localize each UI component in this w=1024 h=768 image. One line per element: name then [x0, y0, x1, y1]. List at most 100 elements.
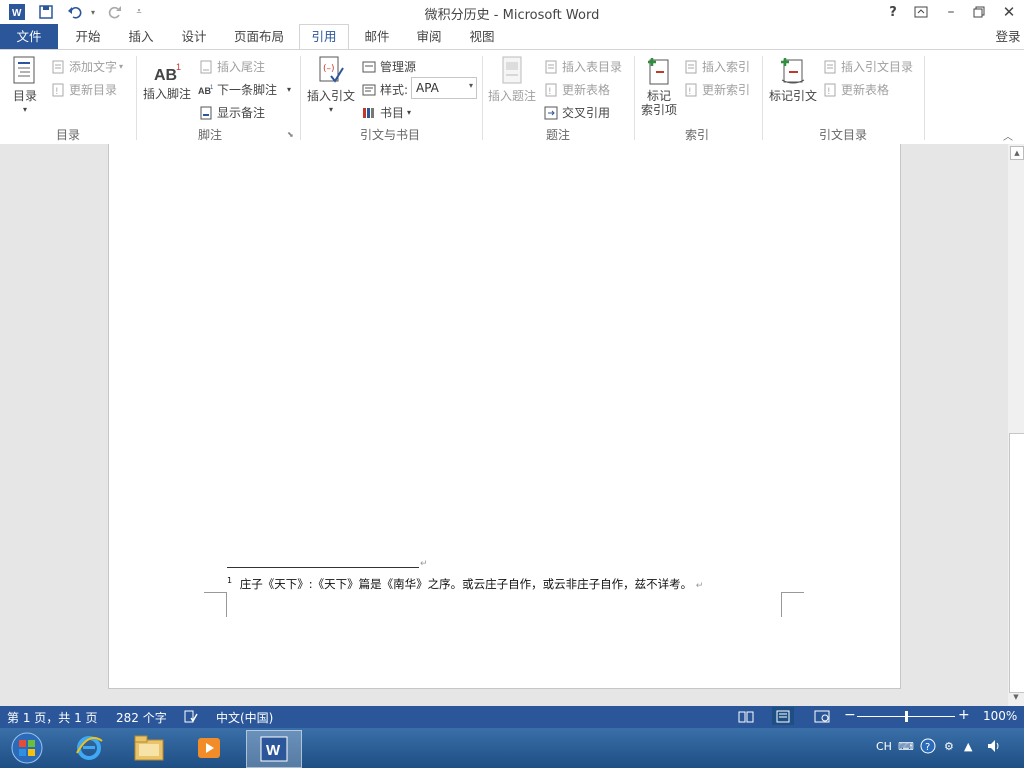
group-divider: [136, 56, 137, 140]
help-tray-icon[interactable]: ?: [920, 738, 936, 757]
insert-caption-button[interactable]: 插入题注: [486, 56, 538, 103]
update-table-button[interactable]: ! 更新表格: [543, 81, 610, 98]
insert-footnote-button[interactable]: AB 1 插入脚注: [142, 60, 192, 101]
show-hidden-icons[interactable]: ▲: [964, 740, 972, 753]
close-icon[interactable]: ✕: [998, 2, 1020, 22]
update-toa-icon: !: [822, 83, 838, 97]
ime-options-icon[interactable]: ⚙: [944, 740, 954, 753]
collapse-ribbon-icon[interactable]: ︿: [1003, 128, 1013, 143]
scroll-up-icon[interactable]: ▲: [1010, 146, 1024, 160]
vertical-scrollbar[interactable]: ▲ ▼: [1008, 144, 1024, 706]
page-count[interactable]: 第 1 页，共 1 页: [7, 709, 98, 726]
svg-text:!: !: [55, 87, 59, 97]
document-area[interactable]: ↵ 1 庄子《天下》:《天下》篇是《南华》之序。或云庄子自作，或云非庄子自作，兹…: [0, 144, 1008, 706]
language-indicator[interactable]: 中文(中国): [216, 709, 273, 726]
insert-caption-icon: [486, 56, 538, 89]
style-value: APA: [416, 81, 439, 95]
tab-view[interactable]: 视图: [460, 24, 504, 49]
group-divider: [762, 56, 763, 140]
mark-citation-label: 标记引文: [768, 89, 817, 103]
paragraph-mark: ↵: [695, 581, 704, 591]
document-page[interactable]: ↵ 1 庄子《天下》:《天下》篇是《南华》之序。或云庄子自作，或云非庄子自作，兹…: [108, 144, 901, 689]
update-toa-button[interactable]: ! 更新表格: [822, 81, 889, 98]
mark-citation-button[interactable]: 标记引文: [766, 56, 820, 103]
show-notes-button[interactable]: 显示备注: [198, 104, 265, 121]
help-button[interactable]: ?: [882, 2, 904, 22]
add-text-button[interactable]: 添加文字 ▾: [50, 58, 123, 75]
next-footnote-button[interactable]: AB 1 下一条脚注 ▾: [198, 81, 291, 98]
update-toc-button[interactable]: ! 更新目录: [50, 81, 117, 98]
footnote-text: 庄子《天下》:《天下》篇是《南华》之序。或云庄子自作，或云非庄子自作，兹不详考。: [239, 577, 693, 591]
bibliography-button[interactable]: 书目 ▾: [361, 104, 411, 121]
insert-footnote-label: 插入脚注: [142, 87, 191, 101]
update-index-button[interactable]: ! 更新索引: [683, 81, 750, 98]
group-divider: [634, 56, 635, 140]
proofing-icon[interactable]: [184, 710, 198, 726]
toa-group-label: 引文目录: [818, 128, 867, 142]
login-link[interactable]: 登录: [992, 24, 1024, 49]
update-toa-label: 更新表格: [841, 83, 890, 97]
cross-reference-button[interactable]: 交叉引用: [543, 104, 610, 121]
zoom-in-button[interactable]: +: [958, 707, 970, 723]
tab-mailings[interactable]: 邮件: [356, 24, 398, 49]
insert-toa-button[interactable]: 插入引文目录: [822, 58, 913, 75]
cross-reference-icon: [543, 106, 559, 120]
insert-table-of-figures-label: 插入表目录: [562, 60, 623, 74]
scroll-down-icon[interactable]: ▼: [1010, 691, 1022, 703]
minimize-icon[interactable]: –: [940, 2, 962, 22]
footnotes-group-label: 脚注: [197, 128, 222, 142]
media-player-icon[interactable]: [182, 730, 236, 766]
insert-index-button[interactable]: 插入索引: [683, 58, 750, 75]
footnote-dialog-launcher-icon[interactable]: ⬊: [287, 130, 294, 139]
mark-entry-button[interactable]: 标记 索引项: [638, 56, 680, 117]
insert-citation-dropdown-icon: ▾: [328, 105, 333, 114]
internet-explorer-icon[interactable]: [62, 730, 116, 766]
mark-entry-icon: [638, 56, 680, 89]
footnote-number: 1: [227, 576, 233, 586]
update-toc-icon: !: [50, 83, 66, 97]
insert-citation-button[interactable]: (–) 插入引文 ▾: [306, 56, 356, 117]
manage-sources-button[interactable]: 管理源: [361, 58, 416, 75]
read-mode-icon[interactable]: [738, 710, 754, 726]
group-divider: [300, 56, 301, 140]
title-bar: W ▾ ⩡ 微积分历史 - Microsoft Word ? – ✕: [0, 0, 1024, 24]
manage-sources-label: 管理源: [380, 60, 417, 74]
tab-page-layout[interactable]: 页面布局: [228, 24, 290, 49]
keyboard-icon[interactable]: ⌨: [898, 740, 914, 753]
tab-references[interactable]: 引用: [299, 24, 349, 50]
bibliography-label: 书目: [380, 106, 405, 120]
insert-endnote-button[interactable]: 插入尾注: [198, 58, 265, 75]
group-divider: [482, 56, 483, 140]
print-layout-icon[interactable]: [772, 707, 794, 725]
citations-group-label: 引文与书目: [359, 128, 420, 142]
tab-review[interactable]: 审阅: [408, 24, 450, 49]
word-count[interactable]: 282 个字: [116, 709, 167, 726]
volume-icon[interactable]: [986, 738, 1002, 757]
insert-index-icon: [683, 60, 699, 74]
tab-home[interactable]: 开始: [66, 24, 110, 49]
zoom-out-button[interactable]: −: [844, 707, 856, 723]
tab-design[interactable]: 设计: [172, 24, 216, 49]
restore-icon[interactable]: [968, 2, 990, 22]
insert-toa-label: 插入引文目录: [841, 60, 914, 74]
footnote[interactable]: 1 庄子《天下》:《天下》篇是《南华》之序。或云庄子自作，或云非庄子自作，兹不详…: [227, 576, 703, 592]
add-text-icon: [50, 60, 66, 74]
start-button[interactable]: [0, 730, 54, 766]
tab-file[interactable]: 文件: [0, 24, 58, 49]
web-layout-icon[interactable]: [814, 710, 830, 726]
insert-table-of-figures-button[interactable]: 插入表目录: [543, 58, 622, 75]
zoom-slider-thumb[interactable]: [905, 711, 908, 722]
toc-button[interactable]: 目录 ▾: [8, 56, 42, 117]
scrollbar-thumb[interactable]: [1009, 433, 1024, 693]
svg-text:!: !: [827, 87, 831, 97]
zoom-level[interactable]: 100%: [983, 709, 1017, 723]
tab-insert[interactable]: 插入: [120, 24, 162, 49]
style-dropdown[interactable]: APA ▾: [411, 77, 477, 99]
ime-indicator[interactable]: CH: [876, 740, 892, 753]
file-explorer-icon[interactable]: [122, 730, 176, 766]
svg-text:?: ?: [925, 742, 930, 753]
update-index-icon: !: [683, 83, 699, 97]
ribbon-display-options-icon[interactable]: [910, 2, 932, 22]
word-taskbar-button[interactable]: W: [246, 730, 302, 768]
bibliography-dropdown-icon: ▾: [407, 108, 412, 117]
